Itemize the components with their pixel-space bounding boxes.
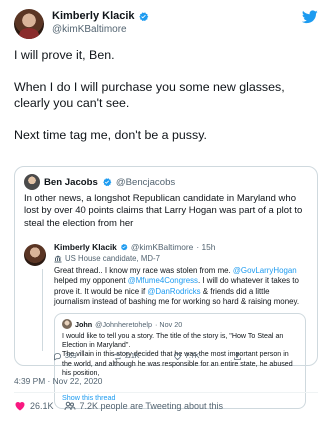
verified-badge-icon <box>120 244 128 251</box>
tweet-header: Kimberly Klacik @kimKBaltimore <box>14 8 318 40</box>
people-icon <box>64 401 76 411</box>
tweet-timestamp[interactable]: 4:39 PM · Nov 22, 2020 <box>14 376 102 386</box>
candidate-label-text: US House candidate, MD-7 <box>65 254 160 263</box>
text-fragment: helped my opponent <box>54 276 128 286</box>
conversation-stat[interactable]: 7.2K people are Tweeting about this <box>64 400 223 412</box>
retweet-count: 2.1K <box>125 353 140 360</box>
candidate-label: US House candidate, MD-7 <box>54 254 160 263</box>
embedded-tweet-header: Kimberly Klacik @kimKBaltimore · 15h <box>54 242 215 252</box>
author-avatar[interactable] <box>14 9 44 39</box>
heart-icon <box>174 353 181 360</box>
embedded-tweet: Kimberly Klacik @kimKBaltimore · 15h US … <box>24 242 310 409</box>
like-count: 7.7K <box>185 353 200 360</box>
verified-badge-icon <box>138 11 148 21</box>
like-total: 26.1K <box>30 401 54 411</box>
nested-author-handle: @Johnheretohelp <box>95 319 153 329</box>
tweet-body: I will prove it, Ben. When I do I will p… <box>14 47 320 159</box>
divider <box>14 392 318 393</box>
retweet-action[interactable]: 2.1K <box>113 352 173 361</box>
embedded-tweet-action-bar: 369 2.1K 7.7K <box>53 352 293 361</box>
share-icon <box>234 352 241 360</box>
author-name[interactable]: Kimberly Klacik <box>52 10 135 22</box>
tweet-card: Kimberly Klacik @kimKBaltimore I will pr… <box>0 0 330 422</box>
reply-action[interactable]: 369 <box>53 352 113 361</box>
twitter-bird-icon <box>302 10 318 24</box>
mention-link[interactable]: @GovLarryHogan <box>233 266 297 275</box>
quoted-author-handle: @Bencjacobs <box>115 176 176 188</box>
quoted-tweet[interactable]: Ben Jacobs @Bencjacobs In other news, a … <box>14 166 318 409</box>
quoted-author-avatar <box>24 174 40 190</box>
tweet-paragraph: Next time tag me, don't be a pussy. <box>14 128 207 142</box>
text-fragment: Great thread.. I know my race was stolen… <box>54 266 233 275</box>
tweet-paragraph: When I do I will purchase you some new g… <box>14 80 285 110</box>
people-tweeting-text: 7.2K people are Tweeting about this <box>79 401 223 411</box>
verified-badge-icon <box>103 178 112 187</box>
author-info: Kimberly Klacik @kimKBaltimore <box>52 10 149 35</box>
nested-author-avatar <box>62 319 72 329</box>
reply-icon <box>54 353 61 361</box>
share-action[interactable] <box>233 352 293 361</box>
nested-quoted-tweet[interactable]: John @Johnheretohelp · Nov 20 I would li… <box>54 313 306 409</box>
embedded-tweet-time: · 15h <box>196 242 216 252</box>
like-stat[interactable]: 26.1K <box>14 400 54 412</box>
retweet-icon <box>114 352 121 361</box>
quoted-tweet-header: Ben Jacobs @Bencjacobs <box>24 174 175 190</box>
quoted-author-name: Ben Jacobs <box>44 176 98 188</box>
quoted-tweet-text: In other news, a longshot Republican can… <box>24 193 303 229</box>
nested-tweet-line: I would like to tell you a story. The ti… <box>62 332 284 350</box>
tweet-paragraph: I will prove it, Ben. <box>14 48 115 62</box>
thread-line <box>42 269 43 351</box>
embedded-tweet-text: Great thread.. I know my race was stolen… <box>54 266 306 307</box>
tweet-stats: 26.1K 7.2K people are Tweeting about thi… <box>14 400 223 412</box>
reply-count: 369 <box>65 353 77 360</box>
nested-tweet-header: John @Johnheretohelp · Nov 20 <box>62 319 182 329</box>
embedded-author-name: Kimberly Klacik <box>54 242 117 252</box>
nested-author-name: John <box>75 319 93 329</box>
embedded-author-handle: @kimKBaltimore <box>130 242 194 252</box>
mention-link[interactable]: @DanRodricks <box>147 287 200 296</box>
heart-filled-icon <box>15 402 25 411</box>
government-building-icon <box>54 255 62 262</box>
mention-link[interactable]: @Mfume4Congress <box>128 276 198 285</box>
nested-tweet-time: · Nov 20 <box>155 319 183 329</box>
like-action[interactable]: 7.7K <box>173 352 233 361</box>
author-handle[interactable]: @kimKBaltimore <box>52 24 149 35</box>
embedded-author-avatar <box>24 244 46 266</box>
